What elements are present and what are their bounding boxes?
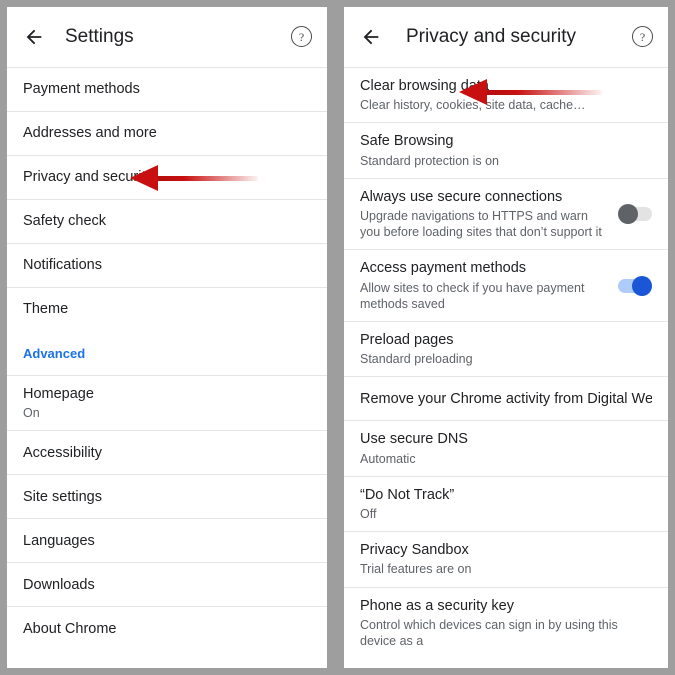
list-item-title: Site settings [23, 488, 102, 505]
toggle-access-payment-methods[interactable] [618, 275, 652, 296]
list-item-subtitle: Upgrade navigations to HTTPS and warn yo… [360, 208, 602, 240]
list-item-text: Use secure DNS Automatic [360, 430, 652, 466]
list-item-about-chrome[interactable]: About Chrome [7, 606, 327, 651]
list-item-text: Remove your Chrome activity from Digital… [360, 390, 652, 408]
list-item-use-secure-dns[interactable]: Use secure DNS Automatic [344, 420, 668, 476]
list-item-accessibility[interactable]: Accessibility [7, 430, 327, 475]
list-item-text: About Chrome [23, 620, 311, 638]
section-header-advanced: Advanced [7, 331, 327, 375]
list-item-subtitle: Trial features are on [360, 562, 472, 577]
list-item-homepage[interactable]: Homepage On [7, 375, 327, 431]
list-item-site-settings[interactable]: Site settings [7, 474, 327, 519]
list-item-title: Downloads [23, 576, 95, 593]
list-item-title: Notifications [23, 257, 102, 274]
list-item-title: Theme [23, 301, 69, 318]
list-item-safe-browsing[interactable]: Safe Browsing Standard protection is on [344, 122, 668, 178]
list-item-title: “Do Not Track” [360, 486, 455, 503]
list-item-title: Languages [23, 532, 95, 549]
list-item-phone-as-a-security-key[interactable]: Phone as a security key Control which dev… [344, 586, 668, 659]
list-item-text: Safety check [23, 212, 311, 230]
settings-list: Payment methods Addresses and more Privacy… [7, 67, 327, 651]
list-item-payment-methods[interactable]: Payment methods [7, 67, 327, 111]
list-item-notifications[interactable]: Notifications [7, 243, 327, 287]
list-item-text: Privacy Sandbox Trial features are on [360, 541, 652, 577]
list-item-text: Preload pages Standard preloading [360, 331, 652, 367]
list-item-subtitle: Allow sites to check if you have payment… [360, 280, 585, 311]
list-item-always-use-secure-connections[interactable]: Always use secure connections Upgrade nav… [344, 177, 668, 250]
list-item-title: Payment methods [23, 81, 140, 98]
toggle-knob [632, 275, 652, 296]
list-item-privacy-and-security[interactable]: Privacy and security [7, 155, 327, 199]
privacy-and-security-panel: Privacy and security ? Clear browsing da… [344, 7, 668, 668]
back-arrow-icon[interactable] [358, 24, 384, 50]
list-item-title: Always use secure connections [360, 188, 563, 205]
privacy-settings-list: Clear browsing data Clear history, cookie… [344, 67, 668, 659]
list-item-addresses-and-more[interactable]: Addresses and more [7, 111, 327, 155]
list-item-text: “Do Not Track” Off [360, 486, 652, 522]
list-item-title: Privacy Sandbox [360, 542, 469, 559]
list-item-title: Privacy and security [23, 169, 153, 186]
list-item-text: Languages [23, 532, 311, 550]
list-item-subtitle: Off [360, 506, 377, 521]
list-item-subtitle: Clear history, cookies, site data, cache… [360, 98, 586, 113]
list-item-text: Accessibility [23, 444, 311, 462]
list-item-text: Safe Browsing Standard protection is on [360, 132, 652, 168]
help-glyph: ? [632, 26, 653, 47]
list-item-subtitle: On [23, 406, 40, 421]
list-item-title: Homepage [23, 386, 94, 402]
list-item-text: Site settings [23, 488, 311, 506]
list-item-text: Payment methods [23, 80, 311, 98]
list-item-title: Access payment methods [360, 260, 527, 277]
list-item-downloads[interactable]: Downloads [7, 562, 327, 607]
list-item-title: About Chrome [23, 620, 117, 637]
list-item-privacy-sandbox[interactable]: Privacy Sandbox Trial features are on [344, 531, 668, 587]
privacy-appbar: Privacy and security ? [344, 7, 668, 67]
list-item-subtitle: Control which devices can sign in by usi… [360, 617, 618, 648]
list-item-title: Clear browsing data [360, 78, 489, 94]
list-item-title: Addresses and more [23, 125, 157, 142]
toggle-knob [618, 204, 638, 225]
back-arrow-icon[interactable] [21, 24, 47, 50]
list-item-title: Phone as a security key [360, 597, 514, 614]
list-item-title: Safe Browsing [360, 133, 454, 150]
list-item-title: Remove your Chrome activity from Digital… [360, 390, 652, 407]
list-item-subtitle: Standard protection is on [360, 153, 499, 168]
list-item-subtitle: Automatic [360, 451, 416, 466]
list-item-text: Clear browsing data Clear history, cookie… [360, 77, 652, 113]
settings-appbar: Settings ? [7, 7, 327, 67]
page-title: Privacy and security [406, 26, 577, 47]
list-item-text: Downloads [23, 576, 311, 594]
screenshot-stage: Settings ? Payment methods Addresses and … [0, 0, 675, 675]
list-item-text: Notifications [23, 256, 311, 274]
list-item-title: Use secure DNS [360, 431, 468, 448]
list-item-text: Phone as a security key Control which dev… [360, 597, 652, 650]
list-item-languages[interactable]: Languages [7, 518, 327, 563]
list-item-do-not-track[interactable]: “Do Not Track” Off [344, 475, 668, 532]
list-item-subtitle: Standard preloading [360, 352, 473, 367]
list-item-text: Homepage On [23, 385, 311, 421]
page-title: Settings [65, 26, 134, 47]
toggle-always-use-secure-connections[interactable] [618, 204, 652, 225]
list-item-access-payment-methods[interactable]: Access payment methods Allow sites to che… [344, 249, 668, 321]
list-item-text: Theme [23, 300, 311, 318]
help-icon[interactable]: ? [291, 26, 313, 48]
list-item-clear-browsing-data[interactable]: Clear browsing data Clear history, cookie… [344, 67, 668, 123]
list-item-text: Always use secure connections Upgrade nav… [360, 188, 604, 241]
list-item-text: Privacy and security [23, 168, 311, 186]
list-item-title: Safety check [23, 213, 107, 230]
list-item-safety-check[interactable]: Safety check [7, 199, 327, 243]
list-item-remove-your-chrome-activity-from-digital-wel[interactable]: Remove your Chrome activity from Digital… [344, 376, 668, 421]
list-item-text: Access payment methods Allow sites to che… [360, 259, 604, 312]
settings-panel: Settings ? Payment methods Addresses and … [7, 7, 327, 668]
list-item-theme[interactable]: Theme [7, 287, 327, 331]
list-item-title: Accessibility [23, 444, 102, 461]
list-item-title: Preload pages [360, 332, 454, 348]
help-icon[interactable]: ? [632, 26, 654, 48]
list-item-text: Addresses and more [23, 124, 311, 142]
help-glyph: ? [291, 26, 312, 47]
list-item-preload-pages[interactable]: Preload pages Standard preloading [344, 321, 668, 377]
